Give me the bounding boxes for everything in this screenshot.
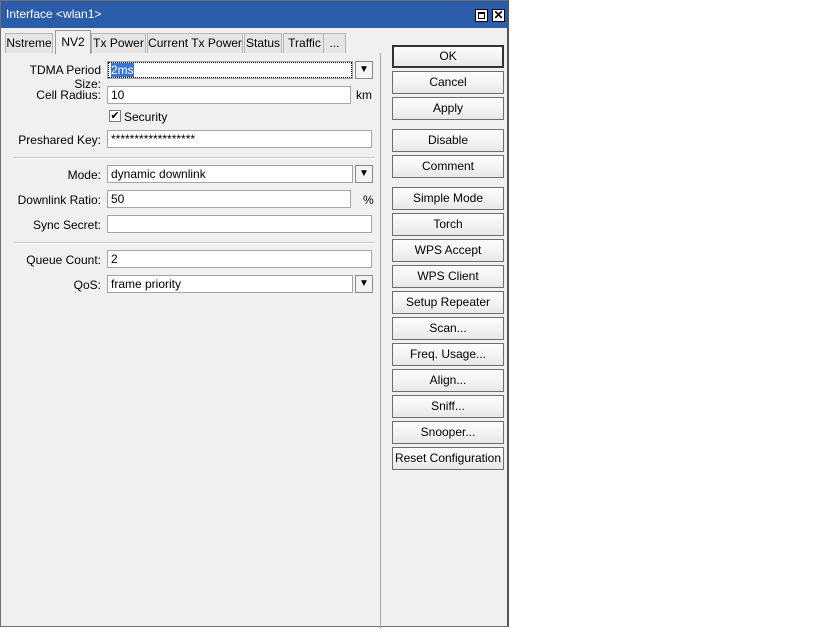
separator — [13, 157, 375, 159]
ok-button[interactable]: OK — [392, 45, 504, 68]
freq-usage-button[interactable]: Freq. Usage... — [392, 343, 504, 366]
dropdown-arrow-icon[interactable]: ▼ — [355, 275, 373, 293]
tab-tx-power[interactable]: Tx Power — [91, 33, 146, 53]
snooper-button[interactable]: Snooper... — [392, 421, 504, 444]
tab-current-tx-power[interactable]: Current Tx Power — [147, 33, 243, 53]
interface-window: Interface <wlan1> ✕ Nstreme NV2 Tx Power… — [0, 0, 509, 628]
tdma-period-value: 2ms — [111, 63, 134, 77]
tdma-period-label: TDMA Period Size: — [29, 63, 101, 91]
downlink-ratio-input[interactable]: 50 — [107, 190, 351, 208]
wps-accept-button[interactable]: WPS Accept — [392, 239, 504, 262]
close-icon[interactable]: ✕ — [492, 9, 505, 22]
setup-repeater-button[interactable]: Setup Repeater — [392, 291, 504, 314]
security-checkbox[interactable]: ✔ — [109, 110, 121, 122]
sync-secret-label: Sync Secret: — [32, 218, 101, 232]
tdma-period-select[interactable]: 2ms — [107, 61, 353, 79]
tab-more[interactable]: ... — [323, 33, 346, 53]
cancel-button[interactable]: Cancel — [392, 71, 504, 94]
title-bar[interactable]: Interface <wlan1> ✕ — [1, 1, 508, 28]
tab-traffic[interactable]: Traffic — [283, 33, 326, 53]
queue-count-label: Queue Count: — [26, 253, 101, 267]
disable-button[interactable]: Disable — [392, 129, 504, 152]
preshared-key-input[interactable]: ****************** — [107, 130, 372, 148]
tab-status[interactable]: Status — [244, 33, 282, 53]
dropdown-arrow-icon[interactable]: ▼ — [355, 61, 373, 79]
nv2-settings-panel: TDMA Period Size: 2ms ▼ Cell Radius: 10 … — [1, 53, 381, 628]
preshared-key-label: Preshared Key: — [18, 133, 101, 147]
mode-label: Mode: — [67, 168, 101, 182]
sync-secret-input[interactable] — [107, 215, 372, 233]
torch-button[interactable]: Torch — [392, 213, 504, 236]
qos-label: QoS: — [73, 278, 101, 292]
sniff-button[interactable]: Sniff... — [392, 395, 504, 418]
downlink-ratio-label: Downlink Ratio: — [17, 193, 101, 207]
dropdown-arrow-icon[interactable]: ▼ — [355, 165, 373, 183]
wps-client-button[interactable]: WPS Client — [392, 265, 504, 288]
apply-button[interactable]: Apply — [392, 97, 504, 120]
mode-select[interactable]: dynamic downlink — [107, 165, 353, 183]
cell-radius-label: Cell Radius: — [36, 88, 101, 102]
qos-select[interactable]: frame priority — [107, 275, 353, 293]
window-title: Interface <wlan1> — [6, 7, 102, 21]
queue-count-input[interactable]: 2 — [107, 250, 372, 268]
cell-radius-input[interactable]: 10 — [107, 86, 351, 104]
scan-button[interactable]: Scan... — [392, 317, 504, 340]
tab-nstreme[interactable]: Nstreme — [5, 33, 53, 53]
security-label: Security — [124, 110, 168, 124]
separator — [13, 242, 375, 244]
align-button[interactable]: Align... — [392, 369, 504, 392]
cell-radius-unit: km — [356, 88, 372, 102]
reset-configuration-button[interactable]: Reset Configuration — [392, 447, 504, 470]
maximize-icon[interactable] — [475, 9, 488, 22]
tab-nv2[interactable]: NV2 — [55, 30, 91, 54]
comment-button[interactable]: Comment — [392, 155, 504, 178]
simple-mode-button[interactable]: Simple Mode — [392, 187, 504, 210]
downlink-ratio-unit: % — [363, 193, 374, 207]
